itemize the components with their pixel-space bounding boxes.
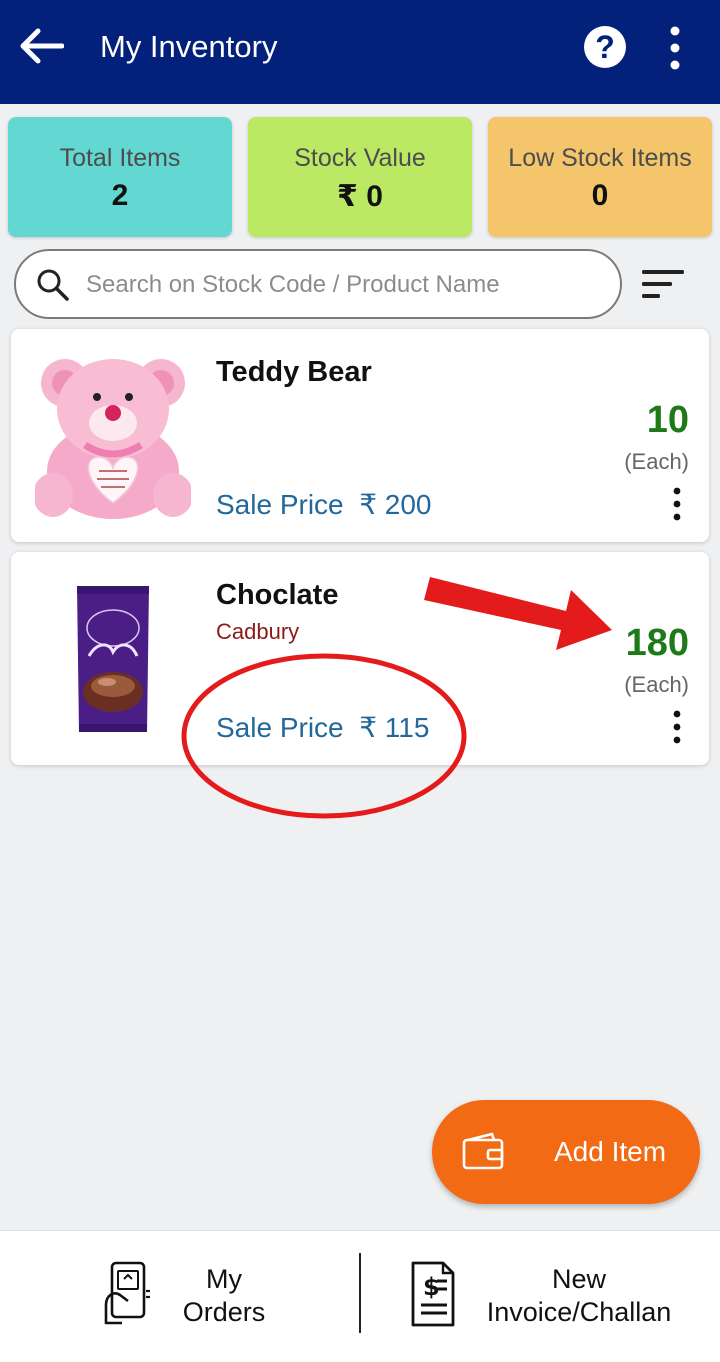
teddy-bear-image	[35, 353, 191, 519]
more-vert-icon[interactable]	[671, 487, 683, 521]
my-orders-button[interactable]: My Orders	[0, 1231, 359, 1362]
item-unit: (Each)	[624, 672, 689, 697]
svg-text:$: $	[423, 1273, 440, 1301]
item-unit: (Each)	[624, 449, 689, 474]
add-item-button[interactable]: Add Item	[432, 1100, 700, 1204]
bottom-navigation: My Orders $ New Invoice/Challan	[0, 1230, 720, 1362]
new-invoice-button[interactable]: $ New Invoice/Challan	[361, 1231, 720, 1362]
more-vert-icon[interactable]	[671, 710, 683, 744]
item-brand: Cadbury	[216, 619, 300, 644]
page-title: My Inventory	[100, 29, 278, 64]
low-stock-label: Low Stock Items	[508, 144, 692, 172]
total-items-card[interactable]: Total Items 2	[8, 117, 232, 237]
app-bar: My Inventory ?	[0, 0, 720, 104]
sale-price-label: Sale Price	[216, 712, 344, 743]
sale-price-value: ₹ 200	[359, 489, 432, 520]
total-items-value: 2	[111, 179, 129, 212]
more-vert-icon[interactable]	[664, 26, 686, 70]
back-arrow-icon[interactable]	[18, 26, 64, 66]
search-input[interactable]	[86, 265, 606, 305]
inventory-item-card[interactable]: Choclate Cadbury Sale Price ₹ 115 180 (E…	[11, 552, 709, 765]
wallet-icon	[462, 1132, 504, 1170]
chocolate-bar-image	[35, 576, 191, 742]
item-name: Choclate	[216, 579, 339, 611]
item-quantity: 10	[646, 399, 689, 441]
my-orders-label: My Orders	[182, 1264, 266, 1327]
item-sale-price: Sale Price ₹ 200	[216, 488, 432, 521]
mobile-order-icon	[104, 1261, 150, 1325]
stock-value-label: Stock Value	[294, 144, 426, 172]
invoice-dollar-icon: $	[411, 1261, 455, 1327]
item-name: Teddy Bear	[216, 356, 372, 388]
add-item-label: Add Item	[554, 1136, 667, 1167]
low-stock-value: 0	[591, 179, 609, 212]
inventory-item-card[interactable]: Teddy Bear Sale Price ₹ 200 10 (Each)	[11, 329, 709, 542]
help-icon[interactable]: ?	[584, 26, 626, 68]
item-quantity: 180	[625, 622, 689, 664]
low-stock-card[interactable]: Low Stock Items 0	[488, 117, 712, 237]
sale-price-value: ₹ 115	[359, 712, 430, 743]
search-icon	[37, 269, 69, 301]
total-items-label: Total Items	[59, 144, 181, 172]
new-invoice-label: New Invoice/Challan	[486, 1264, 672, 1327]
sale-price-label: Sale Price	[216, 489, 344, 520]
stock-value-value: ₹ 0	[337, 180, 383, 213]
stock-value-card[interactable]: Stock Value ₹ 0	[248, 117, 472, 237]
search-bar	[14, 249, 622, 319]
item-sale-price: Sale Price ₹ 115	[216, 711, 429, 744]
sort-icon[interactable]	[642, 268, 684, 300]
